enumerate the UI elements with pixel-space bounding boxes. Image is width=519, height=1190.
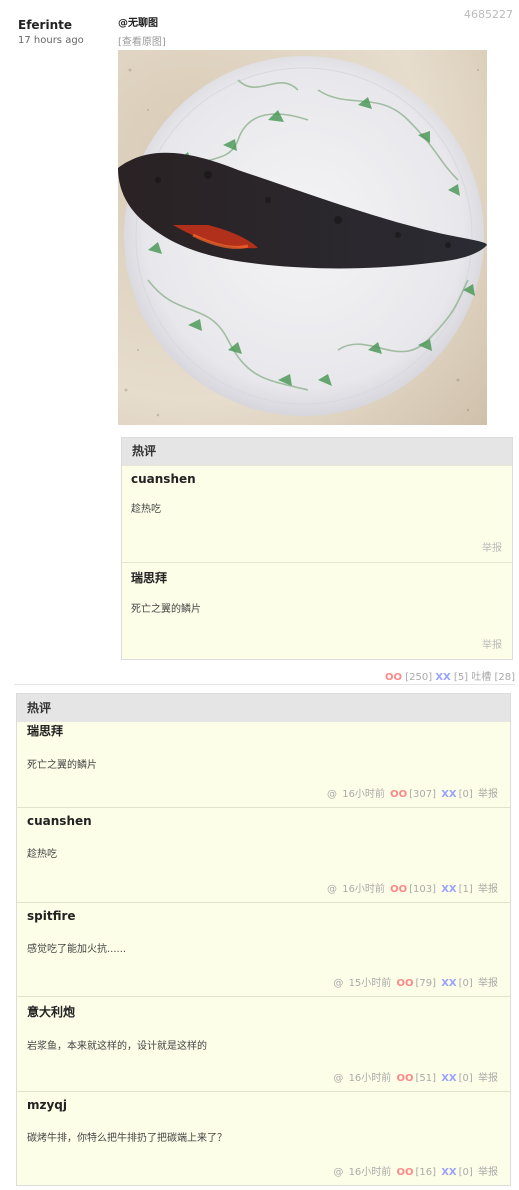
author-name[interactable]: Eferinte bbox=[18, 18, 113, 32]
comment-text: 死亡之翼的鳞片 bbox=[27, 760, 97, 771]
comment-time: 16小时前 bbox=[348, 1167, 392, 1178]
oo-count: [51] bbox=[415, 1072, 437, 1084]
oo-button[interactable]: OO bbox=[396, 1167, 413, 1178]
report-link[interactable]: 举报 bbox=[478, 1073, 498, 1084]
post-vote-bar: OO [250] XX [5] 吐槽 [28] bbox=[385, 668, 515, 683]
comment-user[interactable]: cuanshen bbox=[27, 814, 500, 828]
hot-comment-text: 死亡之翼的鳞片 bbox=[131, 604, 201, 615]
comment-item: cuanshen 趁热吃 @ 16小时前 OO [103] XX [1] 举报 bbox=[17, 807, 510, 902]
post-hot-comments-title: 热评 bbox=[122, 438, 512, 465]
oo-button[interactable]: OO bbox=[396, 1073, 413, 1084]
xx-count: [0] bbox=[458, 978, 473, 989]
divider bbox=[14, 684, 515, 685]
comment-user[interactable]: 瑞思拜 bbox=[27, 722, 500, 739]
xx-button[interactable]: XX bbox=[441, 1073, 456, 1084]
hot-comment-user[interactable]: 瑞思拜 bbox=[131, 569, 502, 586]
report-link[interactable]: 举报 bbox=[482, 539, 502, 554]
oo-count: [250] bbox=[405, 672, 433, 683]
oo-count: [79] bbox=[415, 978, 437, 989]
xx-count: [1] bbox=[458, 883, 473, 895]
oo-button[interactable]: OO bbox=[396, 978, 413, 989]
xx-button[interactable]: XX bbox=[441, 789, 456, 800]
xx-count: [0] bbox=[458, 1167, 473, 1178]
reply-at-link[interactable]: @ bbox=[333, 1073, 343, 1084]
comment-time: 15小时前 bbox=[348, 978, 392, 989]
comments-title: 热评 bbox=[17, 694, 510, 722]
report-link[interactable]: 举报 bbox=[482, 636, 502, 651]
comments-section: 热评 瑞思拜 死亡之翼的鳞片 @ 16小时前 OO [307] XX [0] 举报 … bbox=[16, 693, 511, 1186]
xx-count: [5] bbox=[453, 672, 469, 683]
post-image[interactable] bbox=[118, 50, 487, 425]
xx-button[interactable]: XX bbox=[441, 1167, 456, 1178]
hot-comment-item: 瑞思拜 死亡之翼的鳞片 举报 bbox=[122, 562, 512, 659]
oo-button[interactable]: OO bbox=[390, 789, 407, 800]
comment-time: 16小时前 bbox=[342, 789, 385, 800]
hot-comment-text: 趁热吃 bbox=[131, 504, 161, 515]
oo-count: [103] bbox=[409, 883, 437, 895]
comment-meta: @ 16小时前 OO [103] XX [1] 举报 bbox=[325, 880, 498, 895]
xx-button[interactable]: XX bbox=[435, 672, 450, 683]
comment-meta: @ 15小时前 OO [79] XX [0] 举报 bbox=[331, 974, 498, 989]
comment-time: 16小时前 bbox=[342, 883, 385, 895]
comment-meta: @ 16小时前 OO [16] XX [0] 举报 bbox=[331, 1163, 498, 1178]
reply-at-link[interactable]: @ bbox=[327, 884, 337, 895]
comment-count: [28] bbox=[494, 672, 515, 683]
post-category: @无聊图 bbox=[118, 18, 158, 29]
comment-text: 碳烤牛排，你特么把牛排扔了把碳端上来了？ bbox=[27, 1132, 227, 1144]
oo-count: [307] bbox=[409, 789, 437, 800]
xx-count: [0] bbox=[458, 1072, 473, 1084]
comment-item: 意大利炮 岩浆鱼，本来就这样的，设计就是这样的 @ 16小时前 OO [51] X… bbox=[17, 996, 510, 1091]
oo-count: [16] bbox=[415, 1167, 437, 1178]
reply-at-link[interactable]: @ bbox=[327, 789, 337, 800]
report-link[interactable]: 举报 bbox=[478, 884, 498, 895]
reply-at-link[interactable]: @ bbox=[333, 1167, 343, 1178]
comment-text: 感觉吃了能加火抗...... bbox=[27, 943, 127, 955]
comment-meta: @ 16小时前 OO [51] XX [0] 举报 bbox=[331, 1069, 498, 1084]
comment-item: 瑞思拜 死亡之翼的鳞片 @ 16小时前 OO [307] XX [0] 举报 bbox=[17, 722, 510, 807]
comment-user[interactable]: 意大利炮 bbox=[27, 1003, 500, 1020]
hot-comment-item: cuanshen 趁热吃 举报 bbox=[122, 465, 512, 562]
hot-comment-user[interactable]: cuanshen bbox=[131, 472, 502, 486]
oo-button[interactable]: OO bbox=[390, 884, 407, 895]
comment-user[interactable]: mzyqj bbox=[27, 1098, 500, 1112]
post-body: @无聊图 [查看原图] 热评 cuanshen 趁热吃 举报 瑞思拜 死亡之翼的… bbox=[118, 14, 513, 660]
report-link[interactable]: 举报 bbox=[478, 1167, 498, 1178]
xx-button[interactable]: XX bbox=[441, 884, 456, 895]
report-link[interactable]: 举报 bbox=[478, 789, 498, 800]
comment-user[interactable]: spitfire bbox=[27, 909, 500, 923]
burnt-fish-on-plate-illustration bbox=[118, 56, 487, 417]
comment-text: 趁热吃 bbox=[27, 849, 57, 860]
author-info: Eferinte 17 hours ago bbox=[18, 18, 113, 46]
xx-count: [0] bbox=[458, 789, 473, 800]
report-link[interactable]: 举报 bbox=[478, 978, 498, 989]
post-time: 17 hours ago bbox=[18, 35, 84, 46]
xx-button[interactable]: XX bbox=[441, 978, 456, 989]
comment-text: 岩浆鱼，本来就这样的，设计就是这样的 bbox=[27, 1041, 207, 1052]
view-original-link[interactable]: [查看原图] bbox=[118, 33, 166, 48]
post-hot-comments: 热评 cuanshen 趁热吃 举报 瑞思拜 死亡之翼的鳞片 举报 bbox=[121, 437, 513, 660]
comment-meta: @ 16小时前 OO [307] XX [0] 举报 bbox=[325, 785, 498, 800]
oo-button[interactable]: OO bbox=[385, 672, 402, 683]
comment-item: mzyqj 碳烤牛排，你特么把牛排扔了把碳端上来了？ @ 16小时前 OO [16… bbox=[17, 1090, 510, 1185]
comment-item: spitfire 感觉吃了能加火抗...... @ 15小时前 OO [79] X… bbox=[17, 901, 510, 996]
reply-at-link[interactable]: @ bbox=[333, 978, 343, 989]
comment-link[interactable]: 吐槽 bbox=[471, 672, 491, 683]
comment-time: 16小时前 bbox=[348, 1072, 392, 1084]
